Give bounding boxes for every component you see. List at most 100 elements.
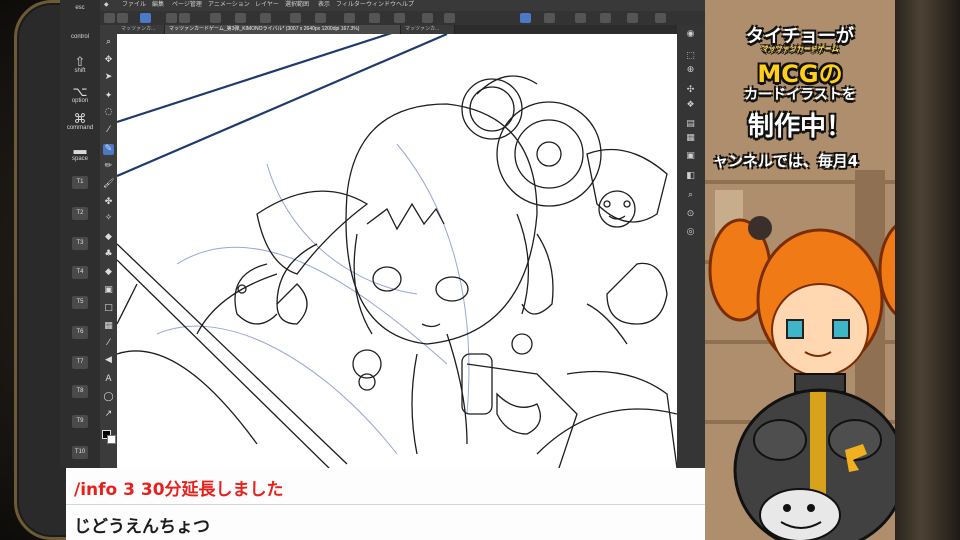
toggle-label: T8: [72, 385, 88, 398]
chat-message: じどうえんちょつ: [74, 517, 210, 537]
sub-color-swatch[interactable]: [107, 435, 116, 444]
material-icon[interactable]: ▣: [684, 151, 697, 162]
text-icon[interactable]: A: [103, 374, 114, 385]
tool-a-icon[interactable]: [575, 13, 586, 23]
tool-b-icon[interactable]: [600, 13, 611, 23]
navigator-icon[interactable]: ◉: [684, 29, 697, 40]
menu-help[interactable]: ヘルプ: [396, 0, 414, 11]
tool-d-icon[interactable]: [655, 13, 666, 23]
new-icon[interactable]: [104, 13, 115, 23]
redo-icon[interactable]: [179, 13, 190, 23]
toggle-t8[interactable]: T8: [60, 385, 100, 398]
toggle-t9[interactable]: T9: [60, 415, 100, 428]
tab-doc-3[interactable]: マッツァンカ...: [401, 25, 455, 34]
esc-label: esc: [75, 5, 85, 11]
pencil-icon[interactable]: ✏: [103, 161, 114, 172]
menu-page[interactable]: ページ管理: [172, 0, 202, 11]
snap-grid-icon[interactable]: [369, 13, 380, 23]
toggle-t10[interactable]: T10: [60, 446, 100, 459]
toggle-t7[interactable]: T7: [60, 356, 100, 369]
deselect-icon[interactable]: [260, 13, 271, 23]
menu-filter[interactable]: フィルター: [336, 0, 366, 11]
camera-icon[interactable]: ◎: [684, 227, 697, 238]
toggle-label: T6: [72, 326, 88, 339]
option-icon: ⌥: [72, 84, 88, 99]
menu-animation[interactable]: アニメーション: [208, 0, 250, 11]
toggle-t5[interactable]: T5: [60, 296, 100, 309]
color-set-icon[interactable]: ▦: [684, 133, 697, 144]
menu-file[interactable]: ファイル: [122, 0, 146, 11]
blend-icon[interactable]: ♣: [103, 249, 114, 260]
tool-c-icon[interactable]: [627, 13, 638, 23]
layer-property-icon[interactable]: ⬚: [684, 51, 697, 62]
toggle-t4[interactable]: T4: [60, 266, 100, 279]
chat-overlay: /info 3 30分延長しました じどうえんちょつ: [66, 468, 705, 540]
tool-palette: ⌕ ✥ ➤ ✦ ◌ ⁄ ✎ ✏ 🖌 ✤ ✧ ◆ ♣ ◆ ▣ □ ▦ ⁄ ◀ A …: [100, 25, 117, 468]
tab-doc-1[interactable]: マッツァンカ...: [117, 25, 165, 34]
frame-icon[interactable]: ▦: [103, 321, 114, 332]
snap-perspective-icon[interactable]: [394, 13, 405, 23]
option-key[interactable]: ⌥ option: [60, 85, 100, 104]
toggle-t6[interactable]: T6: [60, 326, 100, 339]
shift-key[interactable]: ⇧ shift: [60, 55, 100, 74]
tool-property-icon[interactable]: ✣: [684, 85, 697, 96]
toggle-t1[interactable]: T1: [60, 176, 100, 189]
pen-icon[interactable]: ✎: [103, 144, 114, 155]
search-layer-icon[interactable]: ⌕: [684, 190, 697, 201]
sub-tool-icon[interactable]: ⊕: [684, 65, 697, 76]
decoration-icon[interactable]: ✧: [103, 213, 114, 224]
zoom-icon[interactable]: ⌕: [103, 37, 114, 48]
eyedropper-icon[interactable]: ⁄: [103, 125, 114, 136]
color-wheel-icon[interactable]: ▤: [684, 119, 697, 130]
tab-doc-active[interactable]: マッツァンカードゲーム_第3弾_KIMONOライバル* (3007 x 2640…: [165, 25, 401, 34]
menu-view[interactable]: 表示: [318, 0, 330, 11]
balloon-icon[interactable]: ◯: [103, 392, 114, 403]
gradient-icon[interactable]: ▣: [103, 285, 114, 296]
layer-panel-icon[interactable]: ◧: [684, 171, 697, 182]
command-label: command: [66, 125, 94, 131]
ruler-icon[interactable]: ⁄: [103, 338, 114, 349]
control-label: control: [70, 34, 89, 40]
toggle-label: T5: [72, 296, 88, 309]
clear-icon[interactable]: [210, 13, 221, 23]
eraser-shortcut-icon[interactable]: [544, 13, 555, 23]
transform-icon[interactable]: [235, 13, 246, 23]
correct-line-icon[interactable]: ◀: [103, 355, 114, 366]
brush-shortcut-icon[interactable]: [520, 13, 531, 23]
history-icon[interactable]: ⊙: [684, 209, 697, 220]
eraser-icon[interactable]: ◆: [103, 232, 114, 243]
operation-icon[interactable]: ➤: [103, 72, 114, 83]
toggle-t2[interactable]: T2: [60, 207, 100, 220]
command-icon: ⌘: [73, 111, 87, 126]
menu-window[interactable]: ウィンドウ: [366, 0, 396, 11]
shortcut-panel: esc control ⇧ shift ⌥ option ⌘ command ▬…: [60, 0, 100, 468]
fill-bucket-icon[interactable]: ◆: [103, 267, 114, 278]
snap-special-icon[interactable]: [422, 13, 433, 23]
lasso-icon[interactable]: ◌: [103, 107, 114, 118]
menu-edit[interactable]: 編集: [152, 0, 164, 11]
airbrush-icon[interactable]: ✤: [103, 197, 114, 208]
brush-size-icon[interactable]: ❖: [684, 100, 697, 111]
drawing-canvas[interactable]: [117, 34, 677, 468]
toggle-t3[interactable]: T3: [60, 237, 100, 250]
snap-ruler-icon[interactable]: [344, 13, 355, 23]
command-key[interactable]: ⌘ command: [60, 112, 100, 131]
pen-mode-icon[interactable]: [140, 13, 151, 23]
fill-icon[interactable]: [315, 13, 326, 23]
control-key[interactable]: control: [60, 34, 100, 40]
undo-icon[interactable]: [166, 13, 177, 23]
figure-icon[interactable]: □: [103, 303, 114, 314]
reference-icon[interactable]: [444, 13, 455, 23]
move-icon[interactable]: ✥: [103, 55, 114, 66]
space-key[interactable]: ▬ space: [60, 143, 100, 162]
brush-icon[interactable]: 🖌: [103, 179, 114, 190]
menu-layer[interactable]: レイヤー: [255, 0, 279, 11]
esc-key[interactable]: esc: [60, 5, 100, 11]
correction-icon[interactable]: ↗: [103, 409, 114, 420]
app-icon[interactable]: ◆: [104, 0, 109, 11]
menu-selection[interactable]: 選択範囲: [285, 0, 309, 11]
invert-selection-icon[interactable]: [290, 13, 301, 23]
open-icon[interactable]: [117, 13, 128, 23]
wand-icon[interactable]: ✦: [103, 91, 114, 102]
right-panel-strip: ◉ ⬚ ⊕ ✣ ❖ ▤ ▦ ▣ ◧ ⌕ ⊙ ◎: [677, 25, 705, 468]
